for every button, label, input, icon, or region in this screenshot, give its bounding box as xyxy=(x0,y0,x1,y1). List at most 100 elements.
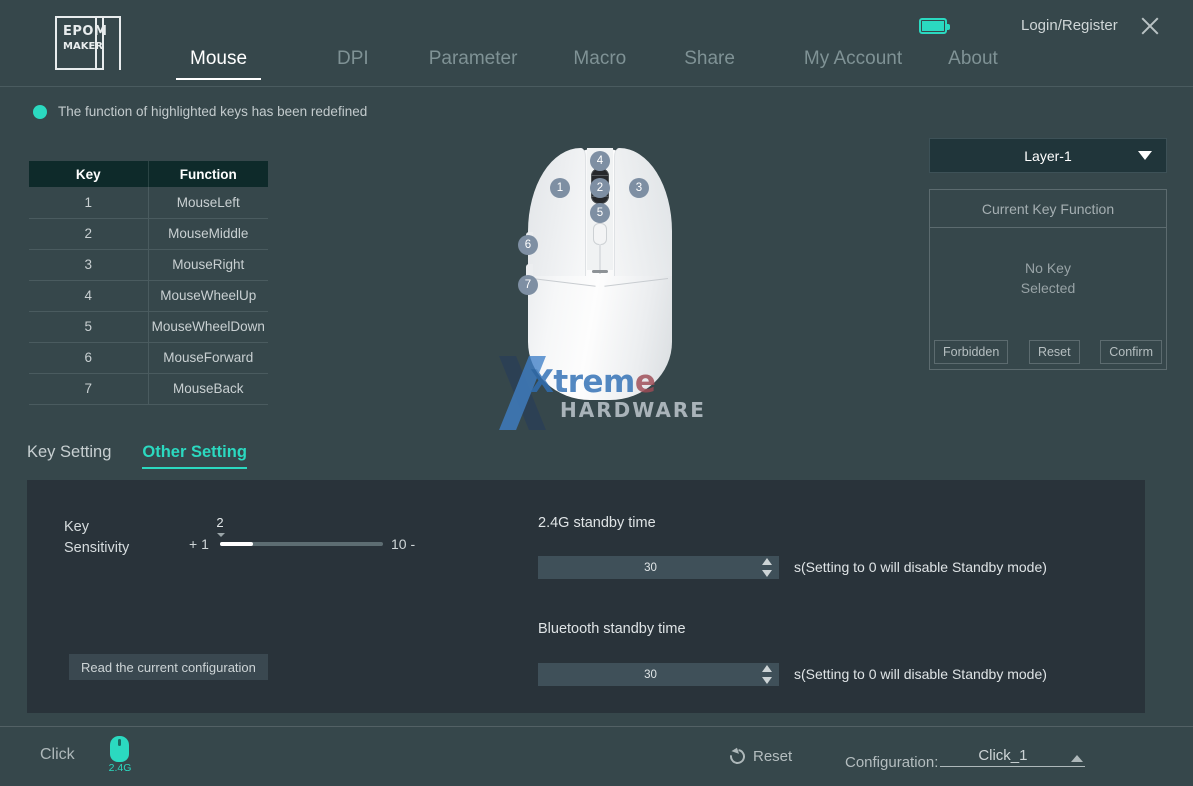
mouse-key-badge-4[interactable]: 4 xyxy=(590,151,610,171)
standby-bluetooth-value: 30 xyxy=(538,663,763,686)
slider-min-label[interactable]: + 1 xyxy=(189,536,209,552)
tab-other-setting[interactable]: Other Setting xyxy=(142,443,247,469)
click-label: Click xyxy=(40,746,75,764)
column-header-key: Key xyxy=(29,161,148,187)
refresh-icon xyxy=(727,746,748,767)
table-row[interactable]: 4 MouseWheelUp xyxy=(29,280,268,311)
cell-function: MouseBack xyxy=(148,373,268,404)
main-navigation: Mouse DPI Parameter Macro Share My Accou… xyxy=(176,48,998,86)
mouse-vent xyxy=(592,270,608,273)
key-sensitivity-label-line1: Key xyxy=(64,519,89,535)
reset-button-label: Reset xyxy=(753,748,792,765)
mouse-key-badge-6[interactable]: 6 xyxy=(518,235,538,255)
nav-item-mouse[interactable]: Mouse xyxy=(176,48,261,80)
nav-item-my-account[interactable]: My Account xyxy=(804,48,902,78)
cell-function: MouseMiddle xyxy=(148,218,268,249)
stepper-down-icon[interactable] xyxy=(762,570,772,577)
standby-24g-hint: s(Setting to 0 will disable Standby mode… xyxy=(794,559,1047,575)
connection-status[interactable]: 2.4G xyxy=(110,736,129,765)
chevron-down-icon xyxy=(1138,151,1152,160)
layer-dropdown[interactable]: Layer-1 xyxy=(929,138,1167,173)
logo-m-mark xyxy=(91,16,125,70)
table-row[interactable]: 1 MouseLeft xyxy=(29,187,268,218)
key-sensitivity-slider-row: + 1 2 10 - xyxy=(163,527,423,561)
cell-key: 3 xyxy=(29,249,148,280)
column-header-function: Function xyxy=(148,161,268,187)
connection-mode-label: 2.4G xyxy=(106,762,134,774)
title-bar: EPOM MAKER Mouse DPI Parameter Macro Sha… xyxy=(0,0,1193,86)
cell-key: 1 xyxy=(29,187,148,218)
cell-key: 2 xyxy=(29,218,148,249)
cell-function: MouseRight xyxy=(148,249,268,280)
configuration-label: Configuration: xyxy=(845,754,938,771)
configuration-selector: Configuration: Click_1 xyxy=(845,747,1085,771)
nav-item-dpi[interactable]: DPI xyxy=(337,48,369,78)
cell-function: MouseWheelDown xyxy=(148,311,268,342)
configuration-value: Click_1 xyxy=(940,747,1065,764)
notice-label: The function of highlighted keys has bee… xyxy=(58,104,367,119)
table-row[interactable]: 7 MouseBack xyxy=(29,373,268,404)
nav-item-about[interactable]: About xyxy=(948,48,998,78)
stepper-down-icon[interactable] xyxy=(762,677,772,684)
standby-24g-stepper[interactable]: 30 xyxy=(538,556,779,579)
redefine-notice: The function of highlighted keys has bee… xyxy=(33,104,367,119)
table-row[interactable]: 5 MouseWheelDown xyxy=(29,311,268,342)
nav-item-macro[interactable]: Macro xyxy=(573,48,626,78)
standby-24g-label: 2.4G standby time xyxy=(538,515,656,531)
standby-bluetooth-label: Bluetooth standby time xyxy=(538,621,686,637)
current-key-function-actions: Forbidden Reset Confirm xyxy=(930,340,1166,366)
key-function-line: No Key xyxy=(1025,260,1071,276)
nav-item-parameter[interactable]: Parameter xyxy=(429,48,518,78)
slider-fill xyxy=(220,542,253,546)
cell-key: 4 xyxy=(29,280,148,311)
mouse-right-button xyxy=(614,148,672,276)
current-key-function-panel: Current Key Function No KeySelected Forb… xyxy=(929,189,1167,370)
login-register-link[interactable]: Login/Register xyxy=(1021,17,1118,34)
stepper-up-icon[interactable] xyxy=(762,665,772,672)
mouse-key-badge-1[interactable]: 1 xyxy=(550,178,570,198)
header-divider xyxy=(0,86,1193,87)
nav-item-share[interactable]: Share xyxy=(684,48,735,78)
stepper-arrows-icon[interactable] xyxy=(762,558,773,577)
confirm-button[interactable]: Confirm xyxy=(1100,340,1162,364)
layer-dropdown-value: Layer-1 xyxy=(1024,148,1071,164)
configuration-dropdown[interactable]: Click_1 xyxy=(940,747,1085,767)
key-sensitivity-label: Key Sensitivity xyxy=(64,517,130,559)
reset-button[interactable]: Reset xyxy=(730,748,792,765)
forbidden-button[interactable]: Forbidden xyxy=(934,340,1008,364)
mouse-icon xyxy=(110,736,129,762)
mouse-key-badge-5[interactable]: 5 xyxy=(590,203,610,223)
setting-tabs: Key Setting Other Setting xyxy=(27,443,247,469)
current-key-function-body: No KeySelected xyxy=(930,228,1166,328)
cell-key: 6 xyxy=(29,342,148,373)
cell-key: 5 xyxy=(29,311,148,342)
standby-bluetooth-hint: s(Setting to 0 will disable Standby mode… xyxy=(794,666,1047,682)
cell-key: 7 xyxy=(29,373,148,404)
app-logo: EPOM MAKER xyxy=(55,16,125,70)
other-setting-panel: Key Sensitivity + 1 2 10 - Read the curr… xyxy=(27,480,1145,713)
notice-dot-icon xyxy=(33,105,47,119)
stepper-arrows-icon[interactable] xyxy=(762,665,773,684)
close-icon[interactable] xyxy=(1136,12,1164,40)
tab-key-setting[interactable]: Key Setting xyxy=(27,443,111,467)
table-row[interactable]: 2 MouseMiddle xyxy=(29,218,268,249)
slider-value: 2 xyxy=(205,515,235,530)
table-row[interactable]: 6 MouseForward xyxy=(29,342,268,373)
standby-bluetooth-stepper[interactable]: 30 xyxy=(538,663,779,686)
key-function-table: Key Function 1 MouseLeft 2 MouseMiddle 3… xyxy=(29,161,268,405)
mouse-key-badge-7[interactable]: 7 xyxy=(518,275,538,295)
mouse-key-badge-3[interactable]: 3 xyxy=(629,178,649,198)
slider-max-label[interactable]: 10 - xyxy=(391,536,415,552)
key-sensitivity-label-line2: Sensitivity xyxy=(64,540,129,556)
table-row[interactable]: 3 MouseRight xyxy=(29,249,268,280)
chevron-up-icon xyxy=(1071,755,1083,762)
key-sensitivity-slider[interactable] xyxy=(220,542,383,546)
watermark-bottom-text: HARDWARE xyxy=(560,398,706,422)
stepper-up-icon[interactable] xyxy=(762,558,772,565)
footer-divider xyxy=(0,726,1193,727)
read-current-configuration-button[interactable]: Read the current configuration xyxy=(69,654,268,680)
reset-key-button[interactable]: Reset xyxy=(1029,340,1080,364)
current-key-function-title: Current Key Function xyxy=(930,190,1166,228)
mouse-diagram: 1 2 3 4 5 6 7 xyxy=(500,140,700,400)
mouse-key-badge-2[interactable]: 2 xyxy=(590,178,610,198)
